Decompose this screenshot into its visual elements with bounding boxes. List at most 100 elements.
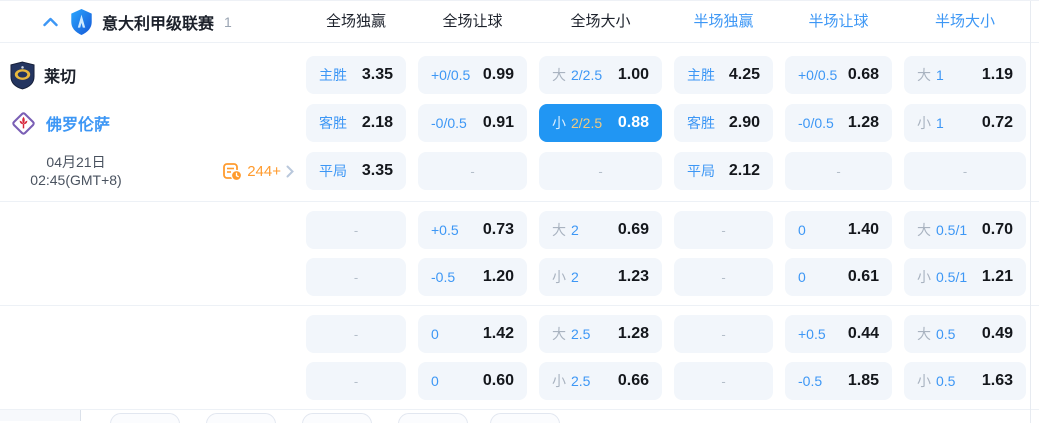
odds-value: 1.00 bbox=[617, 66, 649, 83]
odds-cell[interactable]: 0 0.60 bbox=[418, 362, 527, 400]
odds-cell[interactable]: -0/0.5 0.91 bbox=[418, 104, 527, 142]
odds-value: 0.68 bbox=[847, 66, 879, 83]
odds-cell-empty: - bbox=[306, 315, 406, 353]
odds-cell-empty: - bbox=[306, 211, 406, 249]
odds-cell[interactable]: +0/0.5 0.99 bbox=[418, 56, 527, 94]
next-row-cutoff bbox=[0, 410, 1039, 423]
odds-value: 4.25 bbox=[728, 66, 760, 83]
match-date: 04月21日 bbox=[46, 154, 106, 170]
odds-cell[interactable]: -0.5 1.20 bbox=[418, 258, 527, 296]
odds-cell[interactable]: +0/0.5 0.68 bbox=[785, 56, 892, 94]
odds-value: 1.63 bbox=[981, 372, 1013, 389]
odds-cell[interactable]: 客胜 2.18 bbox=[306, 104, 406, 142]
odds-cell[interactable]: 小 2.5 0.66 bbox=[539, 362, 662, 400]
empty-dash: - bbox=[721, 222, 726, 238]
odds-cell[interactable]: 大 2/2.5 1.00 bbox=[539, 56, 662, 94]
column-header: 全场大小 bbox=[570, 12, 631, 30]
empty-dash: - bbox=[470, 163, 475, 179]
odds-cell[interactable]: 0 1.40 bbox=[785, 211, 892, 249]
odds-line: 0.5 bbox=[936, 326, 956, 342]
odds-cell[interactable]: 大 2.5 1.28 bbox=[539, 315, 662, 353]
odds-cell[interactable]: 大 2 0.69 bbox=[539, 211, 662, 249]
main-markets-block: 莱切 佛罗伦萨 04月21日 02:45(GMT+8) 244+ 主胜 3.35… bbox=[0, 43, 1039, 202]
empty-dash: - bbox=[353, 373, 359, 389]
odds-label: 客胜 bbox=[687, 115, 715, 131]
odds-cell[interactable]: 平局 3.35 bbox=[306, 152, 406, 190]
odds-line: 1 bbox=[936, 115, 944, 131]
more-markets-count: 244+ bbox=[247, 162, 281, 180]
odds-label: -0.5 bbox=[798, 373, 823, 389]
league-header-row: 意大利甲级联赛 1 全场独赢 全场让球 全场大小 半场独赢 半场让球 半场大小 bbox=[0, 1, 1039, 43]
odds-label: +0/0.5 bbox=[798, 67, 838, 83]
cutoff-pill-button[interactable] bbox=[490, 413, 560, 423]
odds-value: 0.91 bbox=[482, 114, 514, 131]
odds-value: 2.12 bbox=[728, 162, 760, 179]
odds-cell[interactable]: 0 1.42 bbox=[418, 315, 527, 353]
cutoff-pill-button[interactable] bbox=[302, 413, 372, 423]
odds-label: -0/0.5 bbox=[431, 115, 467, 131]
odds-value: 0.69 bbox=[617, 221, 649, 238]
odds-cell[interactable]: 0 0.61 bbox=[785, 258, 892, 296]
odds-value: 0.72 bbox=[981, 114, 1013, 131]
odds-cell[interactable]: +0.5 0.44 bbox=[785, 315, 892, 353]
odds-cell-empty: - bbox=[418, 152, 527, 190]
odds-label: -0/0.5 bbox=[798, 115, 834, 131]
odds-cell[interactable]: -0/0.5 1.28 bbox=[785, 104, 892, 142]
odds-cell[interactable]: 大 0.5 0.49 bbox=[904, 315, 1026, 353]
cutoff-pill-button[interactable] bbox=[110, 413, 180, 423]
odds-value: 1.23 bbox=[617, 268, 649, 285]
odds-value: 0.66 bbox=[617, 372, 649, 389]
column-header: 全场独赢 bbox=[325, 12, 386, 30]
alt-markets-block-2: -0 1.42 大 2.5 1.28- +0.5 0.44 大 0.5 0.49-0 0.60 小 2.… bbox=[0, 306, 1039, 410]
match-datetime: 04月21日 02:45(GMT+8) bbox=[0, 153, 152, 189]
odds-cell[interactable]: 小 0.5 1.63 bbox=[904, 362, 1026, 400]
odds-label: 小 bbox=[917, 115, 931, 131]
more-markets-link[interactable]: 244+ bbox=[223, 162, 294, 181]
odds-value: 0.60 bbox=[482, 372, 514, 389]
odds-cell[interactable]: 主胜 4.25 bbox=[674, 56, 773, 94]
odds-cell[interactable]: 大 0.5/1 0.70 bbox=[904, 211, 1026, 249]
odds-cell[interactable]: -0.5 1.85 bbox=[785, 362, 892, 400]
odds-cell-empty: - bbox=[674, 315, 773, 353]
odds-value: 3.35 bbox=[361, 162, 393, 179]
next-row-left-gutter bbox=[0, 410, 81, 421]
empty-dash: - bbox=[721, 326, 726, 342]
home-team-name: 莱切 bbox=[44, 69, 77, 86]
odds-value: 1.28 bbox=[847, 114, 879, 131]
odds-label: 主胜 bbox=[687, 67, 715, 83]
odds-line: 2.5 bbox=[571, 373, 591, 389]
odds-cell[interactable]: 平局 2.12 bbox=[674, 152, 773, 190]
odds-line: 2 bbox=[571, 222, 579, 238]
odds-line: 2.5 bbox=[571, 326, 591, 342]
odds-cell[interactable]: 大 1 1.19 bbox=[904, 56, 1026, 94]
odds-label: 大 bbox=[552, 67, 566, 83]
odds-label: 小 bbox=[917, 373, 931, 389]
cutoff-pill-button[interactable] bbox=[398, 413, 468, 423]
odds-cell[interactable]: 小 1 0.72 bbox=[904, 104, 1026, 142]
odds-cell[interactable]: +0.5 0.73 bbox=[418, 211, 527, 249]
match-meta-row: 04月21日 02:45(GMT+8) 244+ bbox=[0, 152, 306, 190]
odds-value: 0.88 bbox=[617, 114, 649, 131]
odds-cell[interactable]: 主胜 3.35 bbox=[306, 56, 406, 94]
cutoff-pill-button[interactable] bbox=[206, 413, 276, 423]
empty-dash: - bbox=[353, 222, 359, 238]
odds-label: 大 bbox=[552, 222, 566, 238]
odds-label: 小 bbox=[552, 269, 566, 285]
odds-cell-selected[interactable]: 小 2/2.5 0.88 bbox=[539, 104, 662, 142]
odds-value: 0.73 bbox=[482, 221, 514, 238]
odds-grid-2: -0 1.42 大 2.5 1.28- +0.5 0.44 大 0.5 0.49-0 0.60 小 2.… bbox=[306, 315, 1026, 400]
odds-label: 主胜 bbox=[319, 67, 347, 83]
odds-cell-empty: - bbox=[306, 258, 406, 296]
odds-cell-empty: - bbox=[306, 362, 406, 400]
collapse-league-button[interactable] bbox=[43, 17, 58, 27]
odds-value: 2.18 bbox=[361, 114, 393, 131]
odds-label: 大 bbox=[917, 67, 931, 83]
league-title: 意大利甲级联赛 bbox=[102, 15, 215, 33]
odds-line: 0.5/1 bbox=[936, 222, 968, 238]
odds-label: 0 bbox=[431, 326, 439, 342]
odds-cell[interactable]: 小 2 1.23 bbox=[539, 258, 662, 296]
odds-cell[interactable]: 小 0.5/1 1.21 bbox=[904, 258, 1026, 296]
odds-label: 小 bbox=[552, 373, 566, 389]
odds-cell[interactable]: 客胜 2.90 bbox=[674, 104, 773, 142]
cutoff-column-header bbox=[1034, 14, 1039, 30]
